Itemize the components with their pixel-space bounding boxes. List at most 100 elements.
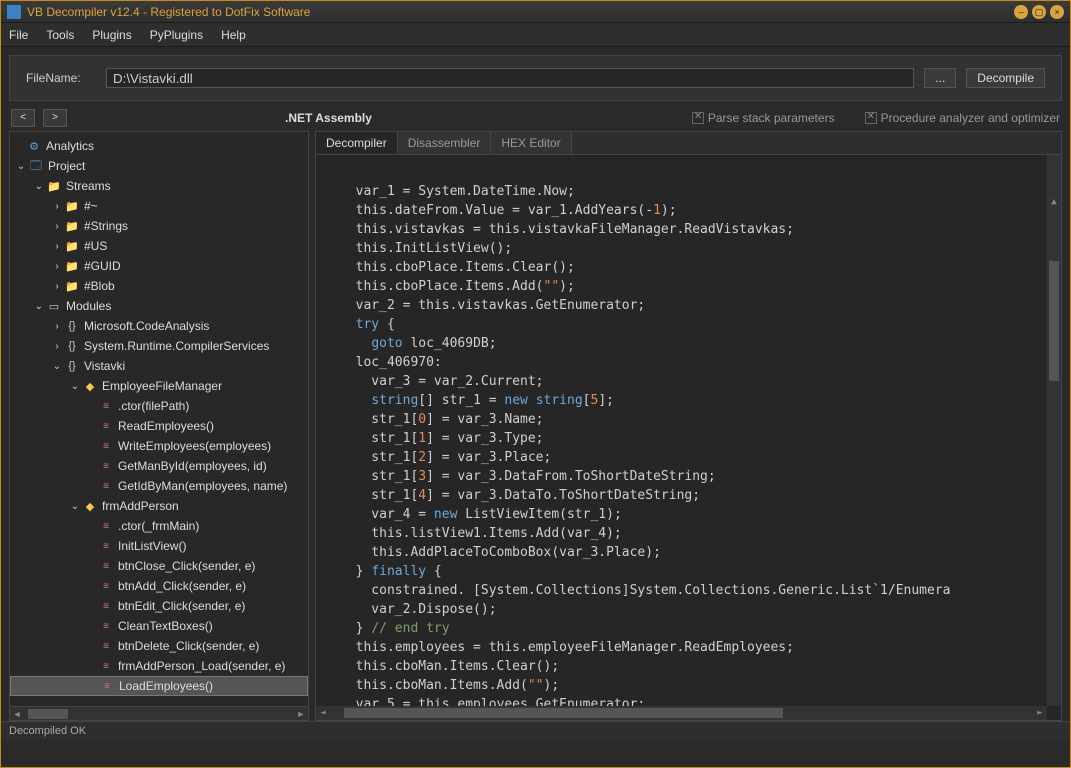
code-scrollbar-h[interactable]: ◄ ►	[316, 706, 1047, 720]
assembly-type-label: .NET Assembly	[285, 111, 372, 125]
class-icon: ◆	[82, 379, 98, 393]
tree-method[interactable]: ≡CleanTextBoxes()	[10, 616, 308, 636]
nav-back-button[interactable]: <	[11, 109, 35, 127]
tree-method[interactable]: ≡btnAdd_Click(sender, e)	[10, 576, 308, 596]
scroll-right-icon[interactable]: ►	[294, 709, 308, 719]
chevron-right-icon[interactable]: ›	[50, 321, 64, 332]
chevron-down-icon[interactable]: ⌄	[68, 501, 82, 512]
project-tree[interactable]: ⚙ Analytics ⌄ 🗔 Project ⌄ 📁 Streams ›📁#~…	[10, 132, 308, 706]
tree-stream-item[interactable]: ›📁#~	[10, 196, 308, 216]
tree-method[interactable]: ≡GetIdByMan(employees, name)	[10, 476, 308, 496]
code-line: this.AddPlaceToComboBox(var_3.Place);	[340, 545, 661, 560]
chevron-right-icon[interactable]: ›	[50, 341, 64, 352]
code-line: this.cboPlace.Items.Add(	[340, 279, 544, 294]
chevron-right-icon[interactable]: ›	[50, 241, 64, 252]
chevron-down-icon[interactable]: ⌄	[32, 181, 46, 192]
method-icon: ≡	[98, 579, 114, 593]
tree-method[interactable]: ≡btnDelete_Click(sender, e)	[10, 636, 308, 656]
tree-scrollbar-h[interactable]: ◄ ►	[10, 706, 308, 720]
tab-disassembler[interactable]: Disassembler	[398, 132, 492, 154]
tree-method[interactable]: ≡btnClose_Click(sender, e)	[10, 556, 308, 576]
file-toolbar: FileName: ... Decompile	[9, 55, 1062, 101]
method-icon: ≡	[99, 679, 115, 693]
tree-method[interactable]: ≡frmAddPerson_Load(sender, e)	[10, 656, 308, 676]
tree-modules[interactable]: ⌄ ▭ Modules	[10, 296, 308, 316]
namespace-icon: {}	[64, 319, 80, 333]
folder-icon: 📁	[64, 279, 80, 293]
project-icon: 🗔	[28, 159, 44, 173]
status-text: Decompiled OK	[9, 725, 86, 737]
tree-method[interactable]: ≡.ctor(_frmMain)	[10, 516, 308, 536]
tree-project[interactable]: ⌄ 🗔 Project	[10, 156, 308, 176]
close-button[interactable]: ×	[1050, 5, 1064, 19]
scroll-thumb[interactable]	[344, 708, 783, 718]
tree-streams[interactable]: ⌄ 📁 Streams	[10, 176, 308, 196]
folder-icon: 📁	[64, 199, 80, 213]
chevron-down-icon[interactable]: ⌄	[32, 301, 46, 312]
method-icon: ≡	[98, 639, 114, 653]
chevron-right-icon[interactable]: ›	[50, 281, 64, 292]
chevron-down-icon[interactable]: ⌄	[68, 381, 82, 392]
scroll-right-icon[interactable]: ►	[1033, 704, 1047, 721]
code-line: var_2.Dispose();	[340, 602, 497, 617]
tree-method[interactable]: ≡WriteEmployees(employees)	[10, 436, 308, 456]
chevron-down-icon[interactable]: ⌄	[50, 361, 64, 372]
menu-plugins[interactable]: Plugins	[92, 28, 131, 42]
method-icon: ≡	[98, 599, 114, 613]
nav-forward-button[interactable]: >	[43, 109, 67, 127]
method-icon: ≡	[98, 459, 114, 473]
method-icon: ≡	[98, 479, 114, 493]
tree-stream-item[interactable]: ›📁#US	[10, 236, 308, 256]
scroll-up-icon[interactable]: ▲	[1047, 193, 1061, 207]
menu-tools[interactable]: Tools	[46, 28, 74, 42]
minimize-button[interactable]: –	[1014, 5, 1028, 19]
window-title: VB Decompiler v12.4 - Registered to DotF…	[27, 5, 1014, 19]
menu-file[interactable]: File	[9, 28, 28, 42]
tree-analytics[interactable]: ⚙ Analytics	[10, 136, 308, 156]
scroll-left-icon[interactable]: ◄	[10, 709, 24, 719]
menu-pyplugins[interactable]: PyPlugins	[150, 28, 203, 42]
tree-method[interactable]: ≡GetManById(employees, id)	[10, 456, 308, 476]
chevron-right-icon[interactable]: ›	[50, 261, 64, 272]
code-scrollbar-v[interactable]: ▲	[1047, 155, 1061, 706]
chevron-down-icon[interactable]: ⌄	[14, 161, 28, 172]
maximize-button[interactable]: ▢	[1032, 5, 1046, 19]
parse-stack-checkbox-label: Parse stack parameters	[692, 111, 835, 125]
tab-hex[interactable]: HEX Editor	[491, 132, 571, 154]
chevron-right-icon[interactable]: ›	[50, 201, 64, 212]
tree-method-selected[interactable]: ≡LoadEmployees()	[10, 676, 308, 696]
code-line: var_1 = System.DateTime.Now;	[340, 184, 575, 199]
tree-stream-item[interactable]: ›📁#Strings	[10, 216, 308, 236]
code-line: this.cboMan.Items.Clear();	[340, 659, 559, 674]
code-line: this.dateFrom.Value = var_1.AddYears(-	[340, 203, 653, 218]
scroll-thumb[interactable]	[28, 709, 68, 719]
tree-module-item[interactable]: ›{}System.Runtime.CompilerServices	[10, 336, 308, 356]
code-line: var_3 = var_2.Current;	[340, 374, 544, 389]
tree-method[interactable]: ≡.ctor(filePath)	[10, 396, 308, 416]
analytics-icon: ⚙	[26, 139, 42, 153]
filename-input[interactable]	[106, 68, 914, 88]
tree-class-frmadd[interactable]: ⌄◆frmAddPerson	[10, 496, 308, 516]
tree-method[interactable]: ≡btnEdit_Click(sender, e)	[10, 596, 308, 616]
tab-decompiler[interactable]: Decompiler	[316, 132, 398, 154]
chevron-right-icon[interactable]: ›	[50, 221, 64, 232]
scroll-left-icon[interactable]: ◄	[316, 704, 330, 721]
menu-help[interactable]: Help	[221, 28, 246, 42]
editor-tabs: Decompiler Disassembler HEX Editor	[316, 132, 1061, 155]
tree-method[interactable]: ≡ReadEmployees()	[10, 416, 308, 436]
method-icon: ≡	[98, 419, 114, 433]
status-bar: Decompiled OK	[1, 721, 1070, 740]
content-panel: Decompiler Disassembler HEX Editor var_1…	[315, 131, 1062, 721]
tree-module-item[interactable]: ›{}Microsoft.CodeAnalysis	[10, 316, 308, 336]
tree-stream-item[interactable]: ›📁#GUID	[10, 256, 308, 276]
scroll-thumb[interactable]	[1049, 261, 1059, 381]
parse-stack-checkbox[interactable]	[692, 112, 704, 124]
optimizer-checkbox[interactable]	[865, 112, 877, 124]
tree-class-employee[interactable]: ⌄◆EmployeeFileManager	[10, 376, 308, 396]
browse-button[interactable]: ...	[924, 68, 956, 88]
tree-method[interactable]: ≡InitListView()	[10, 536, 308, 556]
code-view[interactable]: var_1 = System.DateTime.Now; this.dateFr…	[316, 155, 1061, 720]
decompile-button[interactable]: Decompile	[966, 68, 1045, 88]
tree-module-vistavki[interactable]: ⌄{}Vistavki	[10, 356, 308, 376]
tree-stream-item[interactable]: ›📁#Blob	[10, 276, 308, 296]
